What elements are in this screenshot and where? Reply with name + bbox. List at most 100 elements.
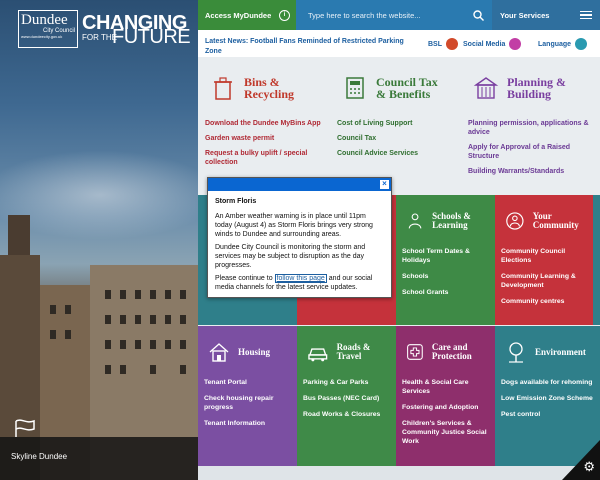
social-media-link[interactable]: Social Media xyxy=(463,38,522,50)
tile-roads-travel: Roads & Travel Parking & Car Parks Bus P… xyxy=(297,326,396,466)
council-logo[interactable]: Dundee City Council www.dundeecity.gov.u… xyxy=(18,10,78,48)
tile-care-protection: Care and Protection Health & Social Care… xyxy=(396,326,495,466)
modal-paragraph: An Amber weather warning is in place unt… xyxy=(215,213,373,238)
modal-paragraph: Dundee City Council is monitoring the st… xyxy=(215,244,366,269)
modal-text-before-link: Please continue to xyxy=(215,275,273,282)
bins-title-line2: Recycling xyxy=(244,87,294,101)
list-item[interactable]: Low Emission Zone Scheme xyxy=(501,394,600,403)
language-icon xyxy=(575,38,588,50)
list-item[interactable]: Parking & Car Parks xyxy=(303,378,396,387)
schools-title: Schools & Learning xyxy=(432,211,471,230)
list-item[interactable]: Pest control xyxy=(501,410,600,419)
list-item[interactable]: School Grants xyxy=(402,288,495,297)
planning-title-line2: Building xyxy=(507,87,552,101)
news-bar: Latest News: Football Fans Reminded of R… xyxy=(198,30,600,57)
list-item[interactable]: Road Works & Closures xyxy=(303,410,396,419)
building-icon xyxy=(473,77,499,99)
tile-your-community: Your Community Community Council Electio… xyxy=(495,195,593,325)
list-item[interactable]: Health & Social Care Services xyxy=(402,378,495,396)
hero-image xyxy=(0,0,198,480)
flag-icon xyxy=(15,419,35,437)
list-item[interactable]: Council Tax xyxy=(337,134,460,143)
language-link[interactable]: Language xyxy=(538,38,588,50)
calculator-icon xyxy=(346,77,364,99)
list-item[interactable]: Council Advice Services xyxy=(337,149,460,158)
person-icon xyxy=(408,213,422,229)
bins-recycling-heading[interactable]: Bins & Recycling xyxy=(198,57,328,119)
gear-icon: ⚙ xyxy=(583,459,595,474)
roads-heading[interactable]: Roads & Travel xyxy=(297,326,396,378)
modal-paragraph: Please continue to follow this page and … xyxy=(215,274,384,292)
community-icon xyxy=(506,212,524,230)
list-item[interactable]: Request a bulky uplift / special collect… xyxy=(205,149,328,167)
council-tax-title-line2: & Benefits xyxy=(376,87,431,101)
language-label: Language xyxy=(538,40,572,48)
list-item[interactable]: Tenant Information xyxy=(204,419,297,428)
service-council-tax: Council Tax & Benefits Cost of Living Su… xyxy=(330,57,460,164)
car-icon xyxy=(308,348,328,362)
search-bar xyxy=(296,0,492,30)
slogan-line3: FUTURE xyxy=(112,26,191,48)
access-mydundee-button[interactable]: Access MyDundee i xyxy=(198,0,296,30)
environment-title: Environment xyxy=(535,346,586,357)
hero-caption: Skyline Dundee xyxy=(0,437,198,480)
list-item[interactable]: Apply for Approval of a Raised Structure xyxy=(468,143,600,161)
schools-heading[interactable]: Schools & Learning xyxy=(396,195,495,247)
logo-url: www.dundeecity.gov.uk xyxy=(21,34,63,39)
tile-schools-learning: Schools & Learning School Term Dates & H… xyxy=(396,195,495,325)
close-icon[interactable]: × xyxy=(380,180,389,189)
tile-housing: Housing Tenant Portal Check housing repa… xyxy=(198,326,297,466)
search-icon[interactable] xyxy=(473,9,484,21)
environment-heading[interactable]: Environment xyxy=(495,326,600,378)
list-item[interactable]: Check housing repair progress xyxy=(204,394,297,412)
medical-cross-icon xyxy=(407,344,423,360)
list-item[interactable]: Garden waste permit xyxy=(205,134,328,143)
list-item[interactable]: Community Learning & Development xyxy=(501,272,593,290)
tree-icon xyxy=(509,342,523,363)
care-heading[interactable]: Care and Protection xyxy=(396,326,495,378)
top-bar: Access MyDundee i Your Services xyxy=(198,0,600,30)
services-top-row: Bins & Recycling Download the Dundee MyB… xyxy=(198,57,600,195)
council-tax-heading[interactable]: Council Tax & Benefits xyxy=(330,57,460,119)
social-media-icon xyxy=(509,38,522,50)
list-item[interactable]: Community Council Elections xyxy=(501,247,593,265)
storm-alert-modal: × Storm Floris An Amber weather warning … xyxy=(207,177,392,298)
menu-icon xyxy=(580,9,592,22)
latest-news-link[interactable]: Latest News: Football Fans Reminded of R… xyxy=(205,37,420,57)
roads-title: Roads & Travel xyxy=(336,342,371,361)
list-item[interactable]: Planning permission, applications & advi… xyxy=(468,119,600,137)
list-item[interactable]: Fostering and Adoption xyxy=(402,403,495,412)
care-title: Care and Protection xyxy=(431,342,472,361)
your-services-button[interactable]: Your Services xyxy=(492,0,600,30)
bsl-icon xyxy=(446,38,458,50)
housing-heading[interactable]: Housing xyxy=(198,326,297,378)
logo-name: Dundee xyxy=(21,12,68,28)
your-services-label: Your Services xyxy=(500,10,550,20)
bin-icon xyxy=(214,77,232,100)
list-item[interactable]: Building Warrants/Standards xyxy=(468,167,600,176)
social-media-label: Social Media xyxy=(463,40,506,48)
community-heading[interactable]: Your Community xyxy=(495,195,593,247)
bsl-link[interactable]: BSL xyxy=(428,38,458,50)
service-planning-building: Planning & Building Planning permission,… xyxy=(461,57,600,182)
list-item[interactable]: Schools xyxy=(402,272,495,281)
list-item[interactable]: Dogs available for rehoming xyxy=(501,378,600,387)
community-title: Your Community xyxy=(532,211,579,230)
planning-building-heading[interactable]: Planning & Building xyxy=(461,57,600,119)
search-input[interactable] xyxy=(308,10,468,20)
list-item[interactable]: Community centres xyxy=(501,297,593,306)
list-item[interactable]: School Term Dates & Holidays xyxy=(402,247,495,265)
house-icon xyxy=(209,343,229,362)
list-item[interactable]: Download the Dundee MyBins App xyxy=(205,119,328,128)
list-item[interactable]: Children's Services & Community Justice … xyxy=(402,419,495,446)
modal-title-bar: × xyxy=(208,178,391,191)
access-mydundee-label: Access MyDundee xyxy=(205,10,272,20)
list-item[interactable]: Cost of Living Support xyxy=(337,119,460,128)
modal-title: Storm Floris xyxy=(215,198,257,205)
tile-environment: Environment Dogs available for rehoming … xyxy=(495,326,600,466)
follow-this-page-link[interactable]: follow this page xyxy=(274,274,327,283)
service-bins-recycling: Bins & Recycling Download the Dundee MyB… xyxy=(198,57,328,173)
housing-title: Housing xyxy=(238,346,271,357)
list-item[interactable]: Tenant Portal xyxy=(204,378,297,387)
list-item[interactable]: Bus Passes (NEC Card) xyxy=(303,394,396,403)
